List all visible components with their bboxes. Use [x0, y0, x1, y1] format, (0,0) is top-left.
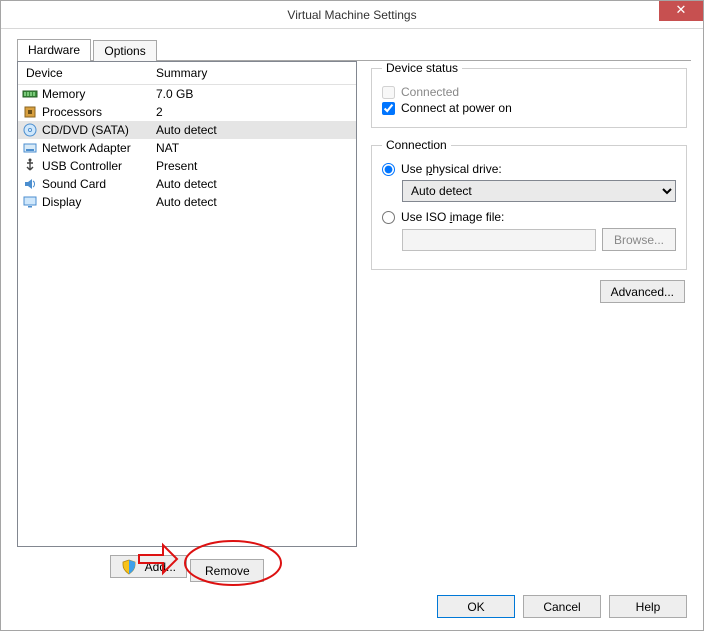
- device-name: Processors: [42, 105, 150, 119]
- device-summary: Auto detect: [150, 177, 352, 191]
- iso-path-input: [402, 229, 596, 251]
- use-physical-row[interactable]: Use physical drive:: [382, 162, 676, 176]
- sound-icon: [22, 176, 38, 192]
- device-summary: Present: [150, 159, 352, 173]
- add-button-label: Add...: [145, 560, 176, 574]
- device-row[interactable]: DisplayAuto detect: [18, 193, 356, 211]
- cancel-button[interactable]: Cancel: [523, 595, 601, 618]
- memory-icon: [22, 86, 38, 102]
- shield-icon: [121, 559, 137, 575]
- use-physical-radio[interactable]: [382, 163, 395, 176]
- physical-drive-select[interactable]: Auto detect: [402, 180, 676, 202]
- power-on-checkbox[interactable]: [382, 102, 395, 115]
- device-summary: Auto detect: [150, 195, 352, 209]
- device-summary: 7.0 GB: [150, 87, 352, 101]
- right-pane: Device status Connected Connect at power…: [371, 61, 687, 582]
- list-header: Device Summary: [18, 62, 356, 85]
- device-summary: 2: [150, 105, 352, 119]
- footer: OK Cancel Help: [437, 595, 687, 618]
- use-iso-row[interactable]: Use ISO image file:: [382, 210, 676, 224]
- browse-button-label: Browse...: [614, 233, 664, 247]
- connection-legend: Connection: [382, 138, 451, 152]
- cpu-icon: [22, 104, 38, 120]
- window: Virtual Machine Settings ✕ Hardware Opti…: [0, 0, 704, 631]
- device-name: Memory: [42, 87, 150, 101]
- iso-combo-row: Browse...: [402, 228, 676, 251]
- help-button[interactable]: Help: [609, 595, 687, 618]
- device-row[interactable]: Sound CardAuto detect: [18, 175, 356, 193]
- tab-options[interactable]: Options: [93, 40, 156, 61]
- device-row[interactable]: Processors2: [18, 103, 356, 121]
- use-iso-label: Use ISO image file:: [401, 210, 504, 224]
- nic-icon: [22, 140, 38, 156]
- column-header-device[interactable]: Device: [18, 62, 148, 84]
- column-header-summary[interactable]: Summary: [148, 62, 356, 84]
- add-button[interactable]: Add...: [110, 555, 187, 578]
- left-pane: Device Summary Memory7.0 GBProcessors2CD…: [17, 61, 357, 582]
- usb-icon: [22, 158, 38, 174]
- display-icon: [22, 194, 38, 210]
- device-list: Device Summary Memory7.0 GBProcessors2CD…: [17, 61, 357, 547]
- disc-icon: [22, 122, 38, 138]
- device-status-legend: Device status: [382, 61, 462, 75]
- device-name: Display: [42, 195, 150, 209]
- device-row[interactable]: CD/DVD (SATA)Auto detect: [18, 121, 356, 139]
- device-name: CD/DVD (SATA): [42, 123, 150, 137]
- connected-label: Connected: [401, 85, 459, 99]
- device-row[interactable]: Memory7.0 GB: [18, 85, 356, 103]
- advanced-button-label: Advanced...: [611, 285, 674, 299]
- tabstrip: Hardware Options: [17, 39, 703, 61]
- connected-row: Connected: [382, 85, 676, 99]
- list-body: Memory7.0 GBProcessors2CD/DVD (SATA)Auto…: [18, 85, 356, 211]
- close-button[interactable]: ✕: [659, 1, 703, 21]
- device-status-group: Device status Connected Connect at power…: [371, 61, 687, 128]
- browse-button: Browse...: [602, 228, 676, 251]
- power-on-label: Connect at power on: [401, 101, 512, 115]
- device-row[interactable]: Network AdapterNAT: [18, 139, 356, 157]
- device-name: Network Adapter: [42, 141, 150, 155]
- left-buttons: Add... Remove: [17, 555, 357, 582]
- connection-group: Connection Use physical drive: Auto dete…: [371, 138, 687, 270]
- remove-button[interactable]: Remove: [190, 559, 264, 582]
- use-physical-label: Use physical drive:: [401, 162, 502, 176]
- content: Device Summary Memory7.0 GBProcessors2CD…: [17, 61, 687, 582]
- titlebar: Virtual Machine Settings ✕: [1, 1, 703, 29]
- device-summary: NAT: [150, 141, 352, 155]
- advanced-button[interactable]: Advanced...: [600, 280, 685, 303]
- device-row[interactable]: USB ControllerPresent: [18, 157, 356, 175]
- connected-checkbox: [382, 86, 395, 99]
- ok-button[interactable]: OK: [437, 595, 515, 618]
- device-summary: Auto detect: [150, 123, 352, 137]
- device-name: Sound Card: [42, 177, 150, 191]
- advanced-row: Advanced...: [371, 280, 685, 303]
- remove-button-label: Remove: [205, 564, 250, 578]
- physical-drive-combo-row: Auto detect: [402, 180, 676, 202]
- tab-hardware[interactable]: Hardware: [17, 39, 91, 61]
- window-title: Virtual Machine Settings: [1, 1, 703, 28]
- use-iso-radio[interactable]: [382, 211, 395, 224]
- power-on-row[interactable]: Connect at power on: [382, 101, 676, 115]
- device-name: USB Controller: [42, 159, 150, 173]
